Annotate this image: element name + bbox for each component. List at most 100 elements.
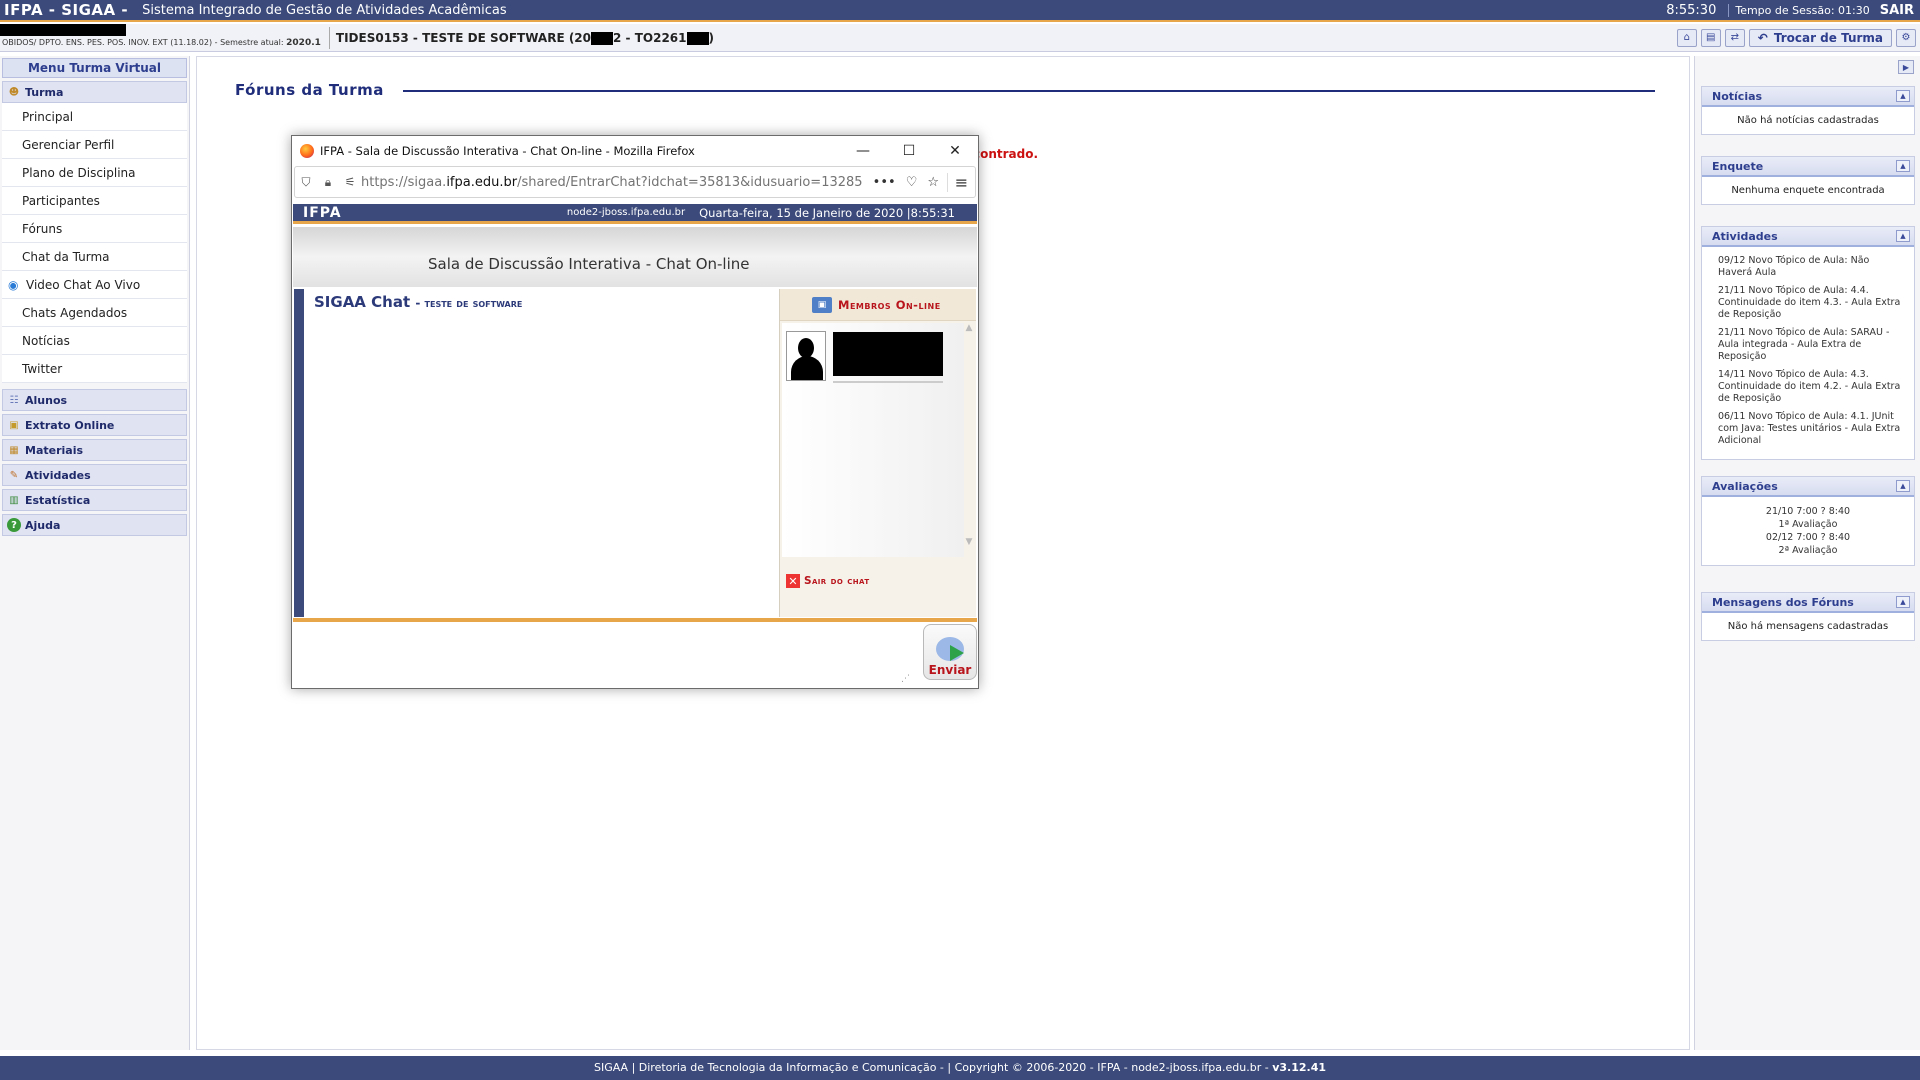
evaluation-name[interactable]: 2ª Avaliação [1708, 544, 1908, 557]
logout-link[interactable]: SAIR [1880, 3, 1914, 18]
menu-item-label: Video Chat Ao Vivo [26, 277, 141, 292]
maximize-icon[interactable]: ☐ [886, 136, 932, 166]
title-divider [403, 90, 1655, 92]
chat-banner: Sala de Discussão Interativa - Chat On-l… [293, 227, 977, 287]
course-title: TIDES0153 - TESTE DE SOFTWARE (20 2 - TO2… [328, 26, 714, 49]
shield-icon[interactable]: ⛉ [295, 175, 317, 190]
switch-class-label: Trocar de Turma [1773, 30, 1883, 45]
menu-item-gerenciar-perfil[interactable]: Gerenciar Perfil [2, 131, 187, 159]
redacted-block [0, 24, 126, 36]
collapse-panel-icon[interactable]: ▲ [1896, 480, 1910, 492]
menu-item-video-chat[interactable]: ◉ Video Chat Ao Vivo [2, 271, 187, 299]
window-title: IFPA - Sala de Discussão Interativa - Ch… [320, 144, 695, 158]
menu-section-label: Materiais [25, 443, 84, 457]
activity-item[interactable]: 14/11 Novo Tópico de Aula: 4.3. Continui… [1718, 369, 1904, 405]
leave-chat-label: Sair do chat [804, 575, 870, 587]
collapse-panel-icon[interactable]: ▲ [1896, 160, 1910, 172]
url-host: ifpa.edu.br [446, 174, 518, 190]
online-members-panel: ▣ Membros On-line ▲ ▼ ✕ Sair do chat [779, 289, 976, 617]
redacted-block [591, 31, 614, 45]
members-icon: ▣ [812, 296, 832, 313]
url-text[interactable]: https://sigaa.ifpa.edu.br/shared/EntrarC… [361, 175, 863, 190]
panel-header: Atividades ▲ [1702, 227, 1914, 247]
students-icon: ☷ [9, 394, 19, 406]
pocket-icon[interactable]: ♡ [906, 175, 918, 190]
chat-date: Quarta-feira, 15 de Janeiro de 2020 |8:5… [699, 205, 955, 220]
resize-grip-icon[interactable]: ⋰ [901, 674, 910, 684]
leave-chat-button[interactable]: ✕ Sair do chat [782, 567, 972, 595]
books-icon: ▦ [9, 444, 19, 456]
menu-item-chat-turma[interactable]: Chat da Turma [2, 243, 187, 271]
menu-item-participantes[interactable]: Participantes [2, 187, 187, 215]
menu-item-plano-disciplina[interactable]: Plano de Disciplina [2, 159, 187, 187]
evaluation-name[interactable]: 1ª Avaliação [1708, 518, 1908, 531]
info-bar: OBIDOS/ DPTO. ENS. PES. POS. INOV. EXT (… [0, 24, 1920, 52]
activity-item[interactable]: 09/12 Novo Tópico de Aula: Não Haverá Au… [1718, 255, 1904, 279]
panel-header: Notícias ▲ [1702, 87, 1914, 107]
panel-title: Notícias [1712, 89, 1763, 103]
collapse-sidebar-icon[interactable]: ▶ [1898, 60, 1914, 74]
menu-item-chats-agendados[interactable]: Chats Agendados [2, 299, 187, 327]
menu-section-materiais[interactable]: ▦ Materiais [2, 439, 187, 461]
settings-icon[interactable]: ⚙ [1896, 28, 1916, 47]
course-title-suffix: ) [708, 30, 714, 45]
print-icon[interactable]: ▤ [1700, 28, 1721, 47]
members-header: ▣ Membros On-line [780, 289, 976, 321]
server-node: node2-jboss.ifpa.edu.br [566, 207, 686, 218]
url-actions: ••• ♡ ☆ [873, 175, 939, 190]
menu-section-atividades[interactable]: ✎ Atividades [2, 464, 187, 486]
home-icon[interactable]: ⌂ [1676, 28, 1697, 47]
activity-item[interactable]: 21/11 Novo Tópico de Aula: SARAU - Aula … [1718, 327, 1904, 363]
panel-mensagens: Mensagens dos Fóruns ▲ Não há mensagens … [1701, 592, 1915, 641]
switch-class-button[interactable]: ↶ Trocar de Turma [1748, 28, 1892, 47]
more-actions-icon[interactable]: ••• [873, 175, 896, 190]
swap-icon[interactable]: ⇄ [1724, 28, 1745, 47]
hamburger-menu-icon[interactable]: ≡ [947, 172, 975, 192]
menu-section-alunos[interactable]: ☷ Alunos [2, 389, 187, 411]
window-title-bar: IFPA - Sala de Discussão Interativa - Ch… [292, 136, 978, 166]
panel-body: Não há mensagens cadastradas [1727, 621, 1889, 632]
menu-item-principal[interactable]: Principal [2, 103, 187, 131]
menu-item-noticias[interactable]: Notícias [2, 327, 187, 355]
collapse-panel-icon[interactable]: ▲ [1896, 90, 1910, 102]
minimize-icon[interactable]: — [840, 136, 886, 166]
help-icon: ? [7, 518, 21, 532]
panel-header: Mensagens dos Fóruns ▲ [1702, 593, 1914, 613]
app-logo[interactable]: IFPA - SIGAA - [0, 1, 128, 19]
menu-item-foruns[interactable]: Fóruns [2, 215, 187, 243]
member-divider [833, 381, 943, 383]
panel-title: Mensagens dos Fóruns [1712, 595, 1854, 609]
url-bar[interactable]: ⛉ 🔒︎ ⚟ https://sigaa.ifpa.edu.br/shared/… [294, 166, 976, 198]
chat-banner-title: Sala de Discussão Interativa - Chat On-l… [428, 255, 750, 273]
collapse-panel-icon[interactable]: ▲ [1896, 596, 1910, 608]
url-prefix: https://sigaa. [361, 174, 447, 190]
session-timer: Tempo de Sessão: 01:30 [1728, 3, 1870, 17]
permissions-icon[interactable]: ⚟ [339, 175, 361, 189]
members-list [782, 323, 964, 557]
members-scrollbar[interactable]: ▲ ▼ [963, 323, 975, 557]
window-controls: — ☐ ✕ [840, 136, 978, 166]
evaluation-time: 21/10 7:00 ? 8:40 [1765, 506, 1851, 517]
panel-title: Enquete [1712, 159, 1764, 173]
right-sidebar: ▶ Notícias ▲ Não há notícias cadastradas… [1694, 56, 1920, 1050]
footer-version: v3.12.41 [1272, 1061, 1327, 1074]
top-bar: IFPA - SIGAA - Sistema Integrado de Gest… [0, 0, 1920, 22]
lock-icon[interactable]: 🔒︎ [317, 175, 339, 190]
menu-item-twitter[interactable]: Twitter [2, 355, 187, 383]
menu-section-estatistica[interactable]: ▥ Estatística [2, 489, 187, 511]
bookmark-star-icon[interactable]: ☆ [927, 175, 939, 190]
message-input[interactable] [295, 624, 905, 682]
people-icon: ☻ [8, 86, 20, 98]
collapse-panel-icon[interactable]: ▲ [1896, 230, 1910, 242]
menu-section-ajuda[interactable]: ? Ajuda [2, 514, 187, 536]
send-button[interactable]: Enviar [923, 624, 977, 680]
close-icon[interactable]: ✕ [932, 136, 978, 166]
activity-item[interactable]: 21/11 Novo Tópico de Aula: 4.4. Continui… [1718, 285, 1904, 321]
url-path: /shared/EntrarChat?idchat=35813&idusuari… [517, 174, 863, 190]
activity-item[interactable]: 06/11 Novo Tópico de Aula: 4.1. JUnit co… [1718, 411, 1904, 447]
menu-section-label: Extrato Online [25, 418, 115, 432]
panel-avaliacoes: Avaliações ▲ 21/10 7:00 ? 8:40 1ª Avalia… [1701, 476, 1915, 566]
menu-section-extrato[interactable]: ▣ Extrato Online [2, 414, 187, 436]
menu-section-turma[interactable]: ☻ Turma [2, 81, 187, 103]
footer-text: SIGAA | Diretoria de Tecnologia da Infor… [593, 1061, 1269, 1074]
